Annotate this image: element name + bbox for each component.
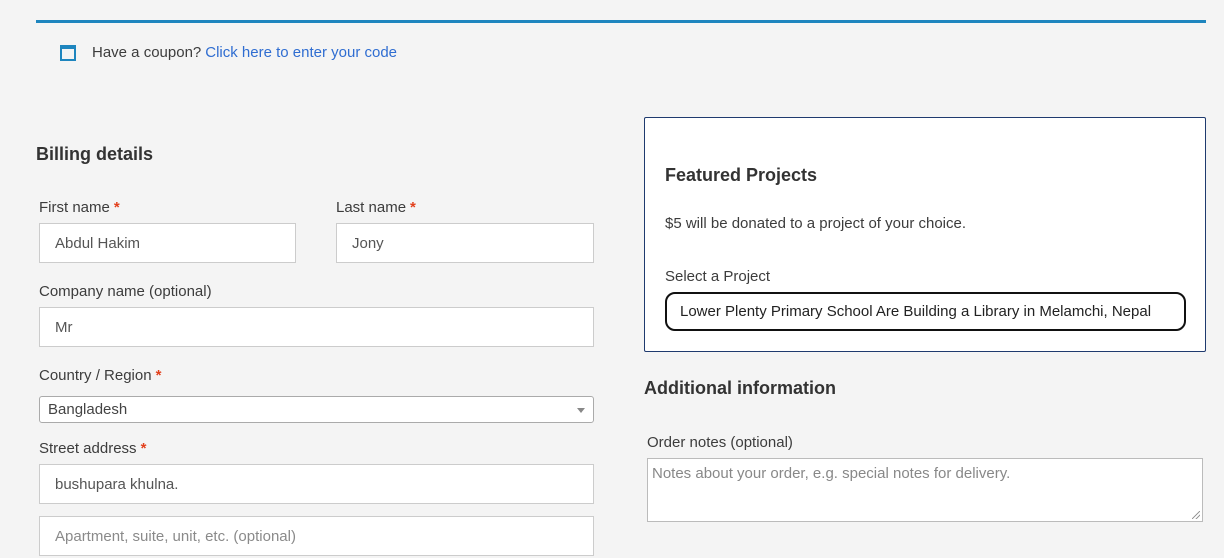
featured-projects-panel: Featured Projects $5 will be donated to … (644, 117, 1206, 352)
last-name-field[interactable]: Jony (336, 223, 594, 263)
order-notes-field[interactable]: Notes about your order, e.g. special not… (647, 458, 1203, 522)
featured-title: Featured Projects (665, 165, 818, 185)
street-address-field[interactable]: bushupara khulna. (39, 464, 594, 504)
company-label: Company name (optional) (39, 283, 212, 300)
order-notes-label: Order notes (optional) (647, 434, 793, 451)
coupon-notice: Have a coupon? Click here to enter your … (36, 20, 1206, 82)
apartment-field[interactable]: Apartment, suite, unit, etc. (optional) (39, 516, 594, 556)
country-value: Bangladesh (48, 401, 128, 418)
chevron-down-icon (577, 408, 585, 413)
country-label: Country / Region * (39, 367, 162, 384)
order-notes-placeholder: Notes about your order, e.g. special not… (652, 465, 1011, 482)
featured-description: $5 will be donated to a project of your … (665, 215, 967, 232)
project-select-label: Select a Project (665, 268, 771, 285)
additional-heading: Additional information (644, 378, 836, 398)
project-select[interactable]: Lower Plenty Primary School Are Building… (665, 292, 1186, 331)
company-field[interactable]: Mr (39, 307, 594, 347)
country-select[interactable]: Bangladesh (39, 396, 594, 423)
first-name-field[interactable]: Abdul Hakim (39, 223, 296, 263)
resize-handle-icon[interactable] (1192, 511, 1200, 519)
coupon-text: Have a coupon? (92, 44, 202, 61)
last-name-label: Last name * (336, 199, 416, 216)
coupon-link[interactable]: Click here to enter your code (205, 44, 397, 61)
street-label: Street address * (39, 440, 147, 457)
billing-heading: Billing details (36, 144, 154, 164)
first-name-label: First name * (39, 199, 120, 216)
window-icon (60, 44, 76, 61)
